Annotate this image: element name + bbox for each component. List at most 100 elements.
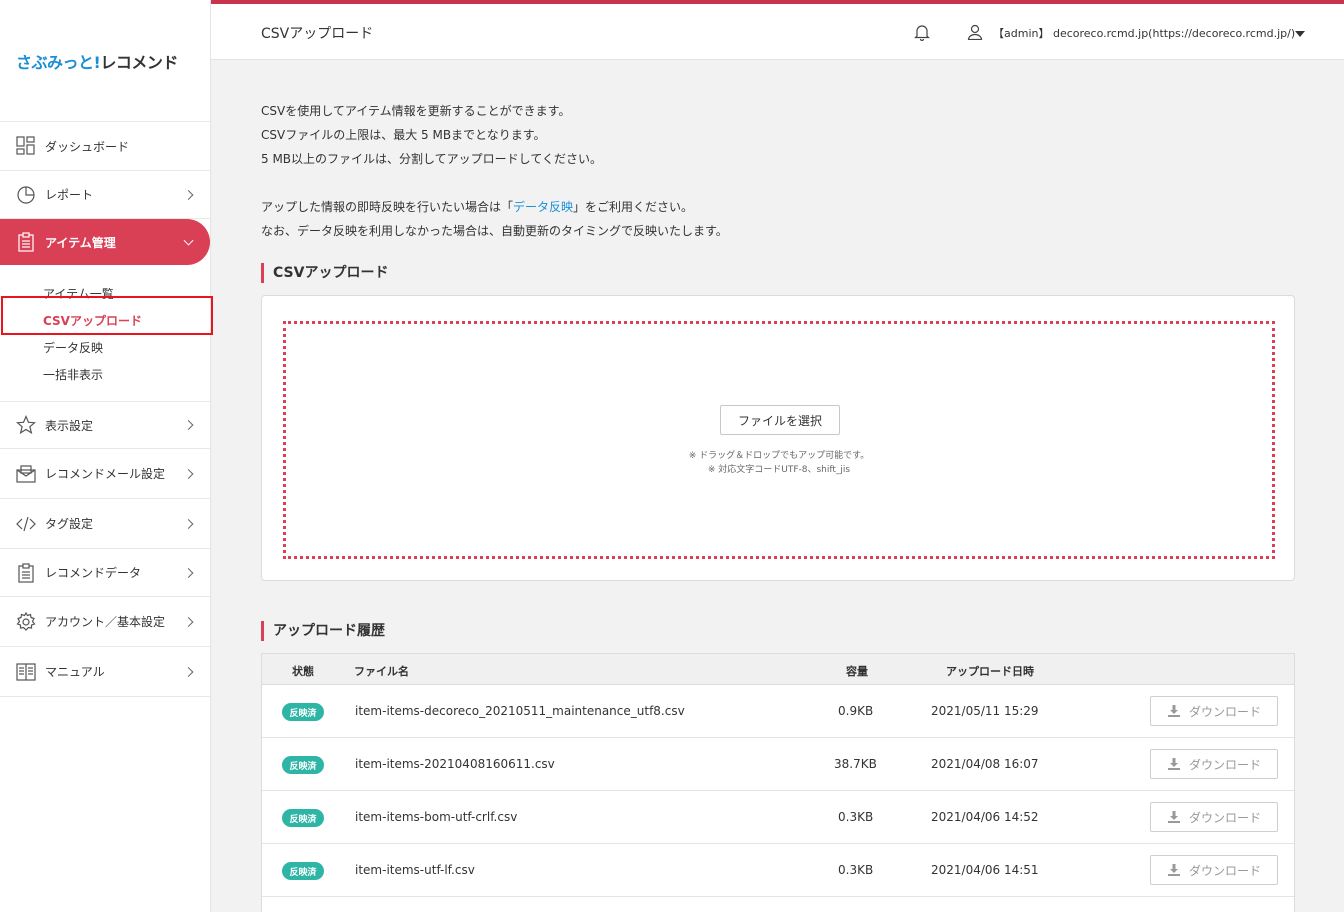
col-filename: ファイル名	[354, 665, 409, 678]
download-label: ダウンロード	[1188, 810, 1261, 825]
sidebar-item-tag-settings[interactable]: タグ設定	[0, 499, 210, 549]
upload-note: ※ ドラッグ＆ドロップでもアップ可能です。	[688, 451, 870, 461]
file-dropzone[interactable]: ファイルを選択 ※ ドラッグ＆ドロップでもアップ可能です。 ※ 対応文字コードU…	[283, 321, 1275, 559]
sidebar-item-label: レコメンドデータ	[45, 566, 142, 580]
sidebar-item-label: タグ設定	[45, 517, 94, 531]
download-icon	[1167, 864, 1180, 876]
sidebar-item-dashboard[interactable]: ダッシュボード	[0, 122, 210, 171]
user-account-label[interactable]: 【admin】 decoreco.rcmd.jp(https://decorec…	[993, 25, 1295, 41]
sidebar-subitem-data-reflect[interactable]: データ反映	[0, 335, 210, 362]
sidebar-subitem-item-list[interactable]: アイテム一覧	[0, 281, 210, 308]
sidebar-submenu: アイテム一覧 CSVアップロード データ反映 一括非表示	[0, 265, 210, 402]
table-row	[262, 897, 1294, 912]
table-row: 反映済 item-items-bom-utf-crlf.csv 0.3KB 20…	[262, 791, 1294, 844]
table-row: 反映済 item-items-decoreco_20210511_mainten…	[262, 685, 1294, 738]
col-status: 状態	[292, 665, 314, 678]
sidebar-item-label: レポート	[45, 188, 94, 202]
download-button[interactable]: ダウンロード	[1150, 749, 1278, 779]
sidebar-subitem-bulk-hide[interactable]: 一括非表示	[0, 362, 210, 389]
chevron-right-icon	[183, 567, 194, 578]
table-row: 反映済 item-items-20210408160611.csv 38.7KB…	[262, 738, 1294, 791]
intro-line: なお、データ反映を利用しなかった場合は、自動更新のタイミングで反映いたします。	[261, 224, 728, 238]
bell-icon[interactable]	[913, 23, 931, 42]
file-name: item-items-decoreco_20210511_maintenance…	[355, 704, 685, 718]
table-row: 反映済 item-items-utf-lf.csv 0.3KB 2021/04/…	[262, 844, 1294, 897]
download-icon	[1167, 811, 1180, 823]
sidebar-item-item-management[interactable]: アイテム管理	[0, 219, 210, 265]
sidebar-item-label: マニュアル	[45, 665, 105, 679]
logo-text-b: レコメンド	[100, 52, 178, 72]
caret-down-icon[interactable]	[1295, 31, 1305, 37]
file-size: 0.9KB	[838, 704, 874, 718]
col-date: アップロード日時	[946, 665, 1034, 678]
data-reflect-link[interactable]: データ反映	[513, 200, 573, 214]
status-badge: 反映済	[282, 862, 324, 880]
sidebar-item-manual[interactable]: マニュアル	[0, 647, 210, 697]
file-name: item-items-utf-lf.csv	[355, 863, 475, 877]
sidebar-item-label: 表示設定	[45, 418, 94, 433]
sidebar-item-recommend-mail[interactable]: レコメンドメール設定	[0, 449, 210, 499]
chevron-right-icon	[183, 616, 194, 627]
sidebar-item-recommend-data[interactable]: レコメンドデータ	[0, 549, 210, 597]
upload-date: 2021/05/11 15:29	[931, 704, 1039, 718]
page-title: CSVアップロード	[261, 26, 374, 42]
book-icon	[16, 662, 36, 682]
chevron-right-icon	[183, 189, 194, 200]
chevron-right-icon	[183, 468, 194, 479]
download-label: ダウンロード	[1188, 704, 1261, 719]
upload-history-section-title: アップロード履歴	[261, 621, 385, 641]
pie-chart-icon	[16, 185, 36, 205]
col-size: 容量	[846, 665, 868, 678]
download-label: ダウンロード	[1188, 757, 1261, 772]
download-icon	[1167, 758, 1180, 770]
download-button[interactable]: ダウンロード	[1150, 802, 1278, 832]
intro-line: CSVを使用してアイテム情報を更新することができます。	[261, 104, 571, 118]
chevron-right-icon	[183, 666, 194, 677]
sidebar-item-account-settings[interactable]: アカウント／基本設定	[0, 597, 210, 647]
sidebar-item-display-settings[interactable]: 表示設定	[0, 402, 210, 449]
upload-date: 2021/04/06 14:52	[931, 810, 1039, 824]
gear-icon	[16, 611, 36, 632]
file-size: 0.3KB	[838, 863, 874, 877]
intro-line: アップした情報の即時反映を行いたい場合は「データ反映」をご利用ください。	[261, 200, 694, 214]
upload-date: 2021/04/06 14:51	[931, 863, 1039, 877]
file-size: 0.3KB	[838, 810, 874, 824]
chevron-right-icon	[183, 518, 194, 529]
code-icon	[16, 514, 36, 534]
upload-card: ファイルを選択 ※ ドラッグ＆ドロップでもアップ可能です。 ※ 対応文字コードU…	[261, 295, 1295, 581]
status-badge: 反映済	[282, 809, 324, 827]
clipboard-icon	[16, 232, 36, 252]
file-name: item-items-20210408160611.csv	[355, 757, 555, 771]
status-badge: 反映済	[282, 703, 324, 721]
sidebar-item-report[interactable]: レポート	[0, 171, 210, 219]
sidebar-subitem-csv-upload[interactable]: CSVアップロード	[0, 308, 210, 335]
download-icon	[1167, 705, 1180, 717]
logo-text-a: さぶみっと!	[16, 52, 101, 72]
main-content: CSVを使用してアイテム情報を更新することができます。 CSVファイルの上限は、…	[211, 61, 1344, 912]
csv-upload-section-title: CSVアップロード	[261, 263, 388, 283]
upload-history-table: 状態 ファイル名 容量 アップロード日時 反映済 item-items-deco…	[261, 653, 1295, 912]
dashboard-icon	[16, 136, 36, 156]
download-button[interactable]: ダウンロード	[1150, 855, 1278, 885]
intro-text: CSVを使用してアイテム情報を更新することができます。 CSVファイルの上限は、…	[261, 99, 728, 243]
upload-date: 2021/04/08 16:07	[931, 757, 1039, 771]
file-size: 38.7KB	[834, 757, 877, 771]
sidebar-item-label: レコメンドメール設定	[45, 467, 166, 481]
header: CSVアップロード 【admin】 decoreco.rcmd.jp(https…	[211, 4, 1344, 60]
download-button[interactable]: ダウンロード	[1150, 696, 1278, 726]
file-name: item-items-bom-utf-crlf.csv	[355, 810, 518, 824]
logo[interactable]: さぶみっと! レコメンド	[0, 0, 210, 122]
chevron-right-icon	[183, 420, 194, 430]
user-icon[interactable]	[967, 24, 983, 41]
status-badge: 反映済	[282, 756, 324, 774]
sidebar: さぶみっと! レコメンド ダッシュボード レポート アイテム管理 アイテム一覧 …	[0, 0, 211, 912]
download-label: ダウンロード	[1188, 863, 1261, 878]
sidebar-item-label: アカウント／基本設定	[45, 615, 166, 629]
table-header: 状態 ファイル名 容量 アップロード日時	[262, 654, 1294, 685]
star-icon	[16, 415, 36, 435]
choose-file-button[interactable]: ファイルを選択	[720, 405, 840, 435]
sidebar-item-label: アイテム管理	[45, 235, 116, 250]
sidebar-item-label: ダッシュボード	[45, 139, 130, 154]
intro-line: CSVファイルの上限は、最大 5 MBまでとなります。	[261, 128, 546, 142]
intro-line: 5 MB以上のファイルは、分割してアップロードしてください。	[261, 152, 602, 166]
